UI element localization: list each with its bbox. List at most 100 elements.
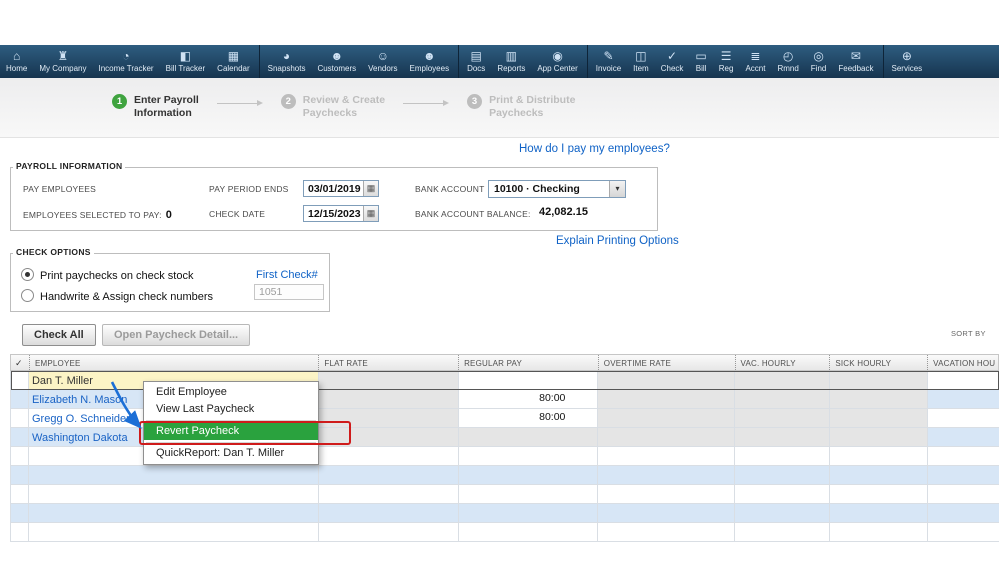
toolbar-item-accnt[interactable]: ≣ Accnt — [739, 45, 771, 78]
vacation-hourly-cell — [928, 371, 999, 390]
toolbar-item-income-tracker[interactable]: ◔ Income Tracker — [92, 45, 159, 78]
calendar-icon: ▦ — [227, 48, 240, 63]
toolbar-item-label: Feedback — [838, 63, 874, 73]
toolbar-item-vendors[interactable]: ☺ Vendors — [362, 45, 403, 78]
open-paycheck-detail-button[interactable]: Open Paycheck Detail... — [102, 324, 251, 346]
overtime-rate-cell — [598, 371, 736, 390]
toolbar-item-item[interactable]: ◫ Item — [627, 45, 655, 78]
vac-hourly-cell — [735, 447, 831, 466]
vacation-hourly-cell — [928, 409, 999, 428]
row-check-cell[interactable] — [11, 428, 29, 447]
bill-tracker-icon: ◧ — [179, 48, 192, 63]
vacation-hourly-cell — [928, 390, 999, 409]
customers-icon: ☻ — [330, 48, 344, 63]
toolbar-item-home[interactable]: ⌂ Home — [0, 45, 33, 78]
toolbar-item-label: Rmnd — [777, 63, 799, 73]
toolbar-item-reg[interactable]: ☰ Reg — [713, 45, 740, 78]
sick-hourly-cell — [830, 371, 929, 390]
chevron-down-icon[interactable]: ▾ — [609, 181, 625, 197]
menu-separator — [146, 442, 316, 443]
check-all-button[interactable]: Check All — [22, 324, 96, 346]
explain-printing-options-link[interactable]: Explain Printing Options — [556, 235, 679, 247]
menu-item-edit-employee[interactable]: Edit Employee — [144, 384, 318, 401]
table-row — [11, 523, 999, 542]
toolbar-item-my-company[interactable]: ♜ My Company — [33, 45, 92, 78]
flat-rate-cell — [318, 466, 459, 485]
row-check-cell[interactable] — [11, 371, 29, 390]
sick-hourly-cell — [830, 523, 929, 542]
toolbar-item-snapshots[interactable]: ◕ Snapshots — [262, 45, 312, 78]
help-link[interactable]: How do I pay my employees? — [519, 143, 670, 155]
menu-item-quickreport-dan-t-miller[interactable]: QuickReport: Dan T. Miller — [144, 445, 318, 462]
bank-balance-label: BANK ACCOUNT BALANCE: — [415, 209, 531, 219]
employee-name[interactable]: Dan T. Miller — [32, 375, 93, 387]
toolbar-item-label: Accnt — [745, 63, 766, 73]
toolbar-item-feedback[interactable]: ✉ Feedback — [832, 45, 884, 78]
toolbar-item-customers[interactable]: ☻ Customers — [311, 45, 362, 78]
accnt-icon: ≣ — [750, 48, 761, 63]
toolbar-item-calendar[interactable]: ▦ Calendar — [211, 45, 260, 78]
employees-icon: ☻ — [422, 48, 436, 63]
toolbar-item-bill[interactable]: ▭ Bill — [689, 45, 712, 78]
step-title: Print & Distribute Paychecks — [489, 94, 575, 120]
toolbar-item-rmnd[interactable]: ◴ Rmnd — [771, 45, 804, 78]
toolbar-item-label: Customers — [317, 63, 357, 73]
step-title-line: Review & Create — [302, 94, 386, 106]
toolbar-item-check[interactable]: ✓ Check — [655, 45, 690, 78]
column-header-regular-pay[interactable]: REGULAR PAY — [458, 355, 598, 370]
menu-item-revert-paycheck[interactable]: Revert Paycheck — [144, 423, 318, 440]
regular-pay-cell[interactable]: 80:00 — [458, 390, 599, 409]
toolbar-item-find[interactable]: ◎ Find — [805, 45, 833, 78]
column-header-sick-hourly[interactable]: SICK HOURLY — [829, 355, 927, 370]
row-check-cell[interactable] — [11, 409, 29, 428]
toolbar-item-invoice[interactable]: ✎ Invoice — [590, 45, 627, 78]
pay-employees-label: PAY EMPLOYEES — [23, 184, 96, 194]
row-check-cell — [11, 466, 29, 485]
employee-cell — [28, 504, 319, 523]
vac-hourly-cell — [735, 523, 831, 542]
column-header-employee[interactable]: EMPLOYEE — [28, 355, 318, 370]
step-title: Review & Create Paychecks — [303, 94, 385, 120]
employee-name[interactable]: Washington Dakota — [32, 432, 128, 444]
toolbar-item-app-center[interactable]: ◉ App Center — [531, 45, 588, 78]
column-header-overtime-rate[interactable]: OVERTIME RATE — [597, 355, 735, 370]
step-connector-arrow — [403, 99, 450, 108]
regular-pay-cell[interactable] — [458, 371, 599, 390]
regular-pay-cell[interactable]: 80:00 — [458, 409, 599, 428]
step-title-line: Information — [134, 107, 192, 120]
radio-unselected-icon[interactable] — [21, 289, 34, 302]
vac-hourly-cell — [735, 466, 831, 485]
column-header-vac-hourly[interactable]: VAC. HOURLY — [734, 355, 830, 370]
column-header-vacation-hou[interactable]: VACATION HOU — [927, 355, 998, 370]
print-paychecks-option[interactable]: Print paychecks on check stock — [21, 268, 193, 282]
handwrite-assign-option[interactable]: Handwrite & Assign check numbers — [21, 289, 213, 303]
regular-pay-value: 80:00 — [539, 411, 566, 423]
calendar-icon[interactable]: ▦ — [363, 206, 378, 221]
toolbar-item-employees[interactable]: ☻ Employees — [404, 45, 460, 78]
overtime-rate-cell — [598, 428, 736, 447]
toolbar-item-docs[interactable]: ▤ Docs — [461, 45, 491, 78]
employee-name[interactable]: Gregg O. Schneider — [32, 413, 130, 425]
toolbar-item-services[interactable]: ⊕ Services — [886, 45, 929, 78]
employee-cell — [28, 466, 319, 485]
bank-account-select[interactable]: 10100 · Checking ▾ — [488, 180, 626, 198]
toolbar-item-reports[interactable]: ▥ Reports — [491, 45, 531, 78]
toolbar-item-label: Vendors — [368, 63, 398, 73]
row-check-cell[interactable] — [11, 390, 29, 409]
menu-item-view-last-paycheck[interactable]: View Last Paycheck — [144, 401, 318, 418]
first-check-input[interactable] — [254, 284, 324, 300]
employee-name[interactable]: Elizabeth N. Mason — [32, 394, 127, 406]
toolbar-item-bill-tracker[interactable]: ◧ Bill Tracker — [160, 45, 212, 78]
regular-pay-cell — [458, 485, 599, 504]
check-date-label: CHECK DATE — [209, 209, 266, 219]
flat-rate-cell — [318, 371, 459, 390]
step-1: 1 Enter Payroll Information — [112, 94, 199, 120]
bill-icon: ▭ — [695, 48, 707, 63]
sick-hourly-cell — [830, 485, 929, 504]
step-title-line: Paychecks — [302, 107, 358, 120]
calendar-icon[interactable]: ▦ — [363, 181, 378, 196]
radio-selected-icon[interactable] — [21, 268, 34, 281]
bank-account-label: BANK ACCOUNT — [415, 184, 485, 194]
column-header-flat-rate[interactable]: FLAT RATE — [318, 355, 458, 370]
toolbar-item-label: My Company — [39, 63, 87, 73]
